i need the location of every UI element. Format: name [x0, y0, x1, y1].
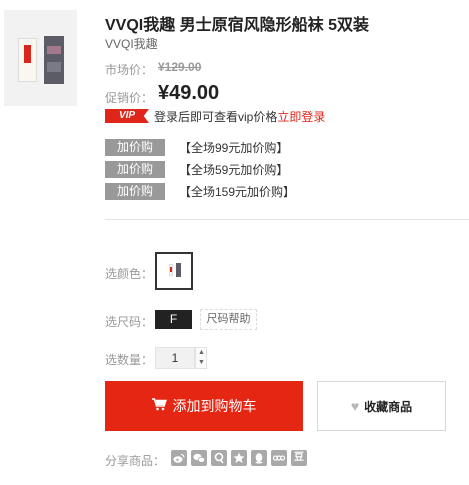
- swatch-image: [169, 264, 173, 276]
- product-title: VVQI我趣 男士原宿风隐形船袜 5双装: [105, 17, 370, 34]
- color-label: 选颜色：: [105, 267, 154, 281]
- star-icon[interactable]: [231, 450, 247, 466]
- size-help-button[interactable]: 尺码帮助: [200, 309, 257, 330]
- share-icons: 豆: [171, 450, 311, 466]
- color-swatch[interactable]: [155, 252, 193, 290]
- weibo-icon[interactable]: [171, 450, 187, 466]
- market-price-label: 市场价：: [105, 63, 154, 77]
- vip-badge: VIP: [105, 109, 149, 123]
- renren-icon[interactable]: [271, 450, 287, 466]
- douban-icon[interactable]: 豆: [291, 450, 307, 466]
- product-brand[interactable]: VVQI我趣: [105, 35, 158, 52]
- sale-price-label: 促销价：: [105, 91, 154, 105]
- promo-tag: 加价购: [105, 139, 165, 156]
- promo-row[interactable]: 加价购 【全场159元加价购】: [105, 183, 295, 200]
- vip-notice-text: 登录后即可查看vip价格: [154, 110, 278, 124]
- qq-icon[interactable]: [251, 450, 267, 466]
- product-image-dark-pack: [44, 36, 64, 84]
- qzone-icon[interactable]: [211, 450, 227, 466]
- promo-row[interactable]: 加价购 【全场99元加价购】: [105, 139, 288, 156]
- sale-price: ¥49.00: [158, 82, 220, 104]
- promo-row[interactable]: 加价购 【全场59元加价购】: [105, 161, 288, 178]
- share-label: 分享商品：: [105, 454, 166, 468]
- wechat-icon[interactable]: [191, 450, 207, 466]
- size-label: 选尺码：: [105, 315, 154, 329]
- promo-desc[interactable]: 【全场99元加价购】: [179, 139, 288, 156]
- quantity-stepper[interactable]: ▲ ▼: [195, 347, 207, 369]
- size-option[interactable]: F: [155, 310, 192, 329]
- product-thumbnail[interactable]: [4, 10, 77, 106]
- add-to-cart-button[interactable]: 添加到购物车: [105, 381, 303, 431]
- decrement-arrow-icon[interactable]: ▼: [197, 358, 206, 368]
- market-price: ¥129.00: [158, 60, 202, 74]
- quantity-input[interactable]: [155, 347, 195, 369]
- increment-arrow-icon[interactable]: ▲: [197, 348, 206, 358]
- section-divider: [105, 219, 469, 220]
- quantity-label: 选数量：: [105, 353, 154, 367]
- favorite-button[interactable]: ♥ 收藏商品: [317, 381, 446, 431]
- login-link[interactable]: 立即登录: [277, 110, 325, 124]
- promo-tag: 加价购: [105, 183, 165, 200]
- promo-tag: 加价购: [105, 161, 165, 178]
- promo-desc[interactable]: 【全场159元加价购】: [179, 183, 295, 200]
- product-image-white-pack: [18, 38, 37, 82]
- cart-icon: [151, 398, 167, 414]
- favorite-label: 收藏商品: [364, 399, 413, 414]
- promo-desc[interactable]: 【全场59元加价购】: [179, 161, 288, 178]
- vip-notice: 登录后即可查看vip价格立即登录: [154, 108, 325, 125]
- heart-icon: ♥: [350, 398, 360, 414]
- add-to-cart-label: 添加到购物车: [172, 398, 257, 414]
